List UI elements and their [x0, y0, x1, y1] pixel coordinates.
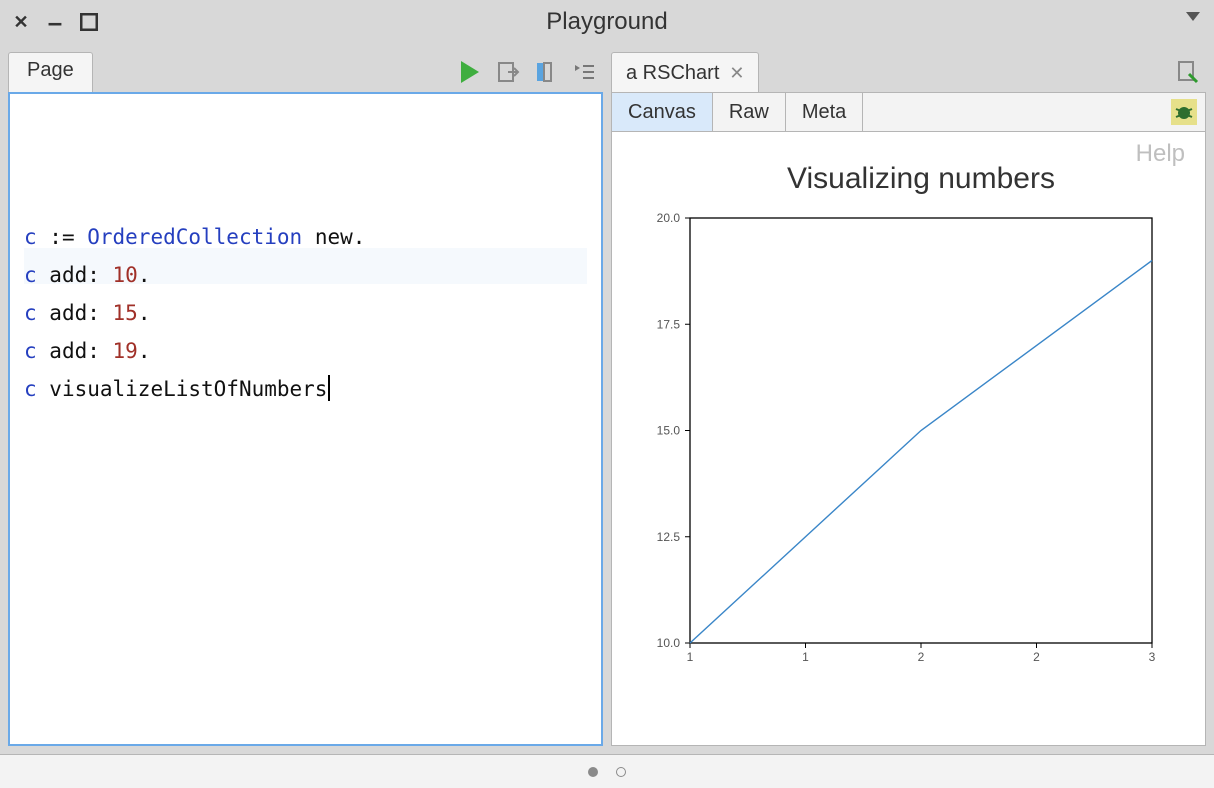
- subtab-meta[interactable]: Meta: [786, 93, 863, 131]
- code-line[interactable]: c add: 19.: [24, 333, 587, 371]
- svg-text:2: 2: [1033, 650, 1040, 664]
- code-line[interactable]: c add: 15.: [24, 295, 587, 333]
- right-pane: a RSChart ✕ Canvas Raw Meta Help Visuali…: [611, 52, 1206, 746]
- edit-page-icon[interactable]: [1174, 59, 1200, 85]
- tab-page[interactable]: Page: [8, 52, 93, 92]
- code-editor[interactable]: c := OrderedCollection new.c add: 10.c a…: [8, 92, 603, 746]
- svg-text:12.5: 12.5: [657, 530, 681, 544]
- svg-text:2: 2: [918, 650, 925, 664]
- titlebar: ✕ – Playground: [0, 0, 1214, 44]
- svg-text:10.0: 10.0: [657, 636, 681, 650]
- subtab-canvas[interactable]: Canvas: [612, 93, 713, 131]
- pager-footer: [0, 754, 1214, 788]
- code-line[interactable]: c visualizeListOfNumbers: [24, 371, 587, 409]
- svg-text:1: 1: [687, 650, 694, 664]
- svg-text:1: 1: [802, 650, 809, 664]
- bindings-icon[interactable]: [533, 59, 559, 85]
- pager-dot-inactive[interactable]: [616, 767, 626, 777]
- close-tab-icon[interactable]: ✕: [729, 63, 744, 84]
- subtab-raw[interactable]: Raw: [713, 93, 786, 131]
- svg-text:3: 3: [1149, 650, 1156, 664]
- window-title: Playground: [0, 8, 1214, 36]
- svg-text:15.0: 15.0: [657, 424, 681, 438]
- bug-icon[interactable]: [1171, 99, 1197, 125]
- left-toolbar: [457, 52, 603, 92]
- svg-text:20.0: 20.0: [657, 211, 681, 225]
- content-split: Page: [0, 44, 1214, 754]
- line-chart: Visualizing numbers 10.0 12.5 15.0 17.5 20.0 1…: [612, 132, 1182, 687]
- window-controls: ✕ –: [10, 11, 100, 33]
- inspector-tab-label: a RSChart: [626, 62, 719, 85]
- doit-go-icon[interactable]: [495, 59, 521, 85]
- svg-text:17.5: 17.5: [657, 317, 681, 331]
- play-icon[interactable]: [457, 59, 483, 85]
- close-icon[interactable]: ✕: [10, 11, 32, 33]
- pager-dot-active[interactable]: [588, 767, 598, 777]
- inspector-subtabs: Canvas Raw Meta: [611, 92, 1206, 132]
- right-tabbar: a RSChart ✕: [611, 52, 1206, 92]
- chart-canvas[interactable]: Help Visualizing numbers 10.0 12.5 15.0 17.5…: [611, 132, 1206, 746]
- help-label[interactable]: Help: [1136, 140, 1185, 168]
- left-pane: Page: [8, 52, 603, 746]
- list-icon[interactable]: [571, 59, 597, 85]
- svg-text:Visualizing numbers: Visualizing numbers: [787, 162, 1055, 195]
- maximize-icon[interactable]: [78, 11, 100, 33]
- left-tabbar: Page: [8, 52, 603, 92]
- code-line[interactable]: c add: 10.: [24, 257, 587, 295]
- window-menu-icon[interactable]: [1186, 12, 1200, 21]
- minimize-icon[interactable]: –: [44, 11, 66, 33]
- code-line[interactable]: c := OrderedCollection new.: [24, 219, 587, 257]
- tab-rschart[interactable]: a RSChart ✕: [611, 52, 759, 92]
